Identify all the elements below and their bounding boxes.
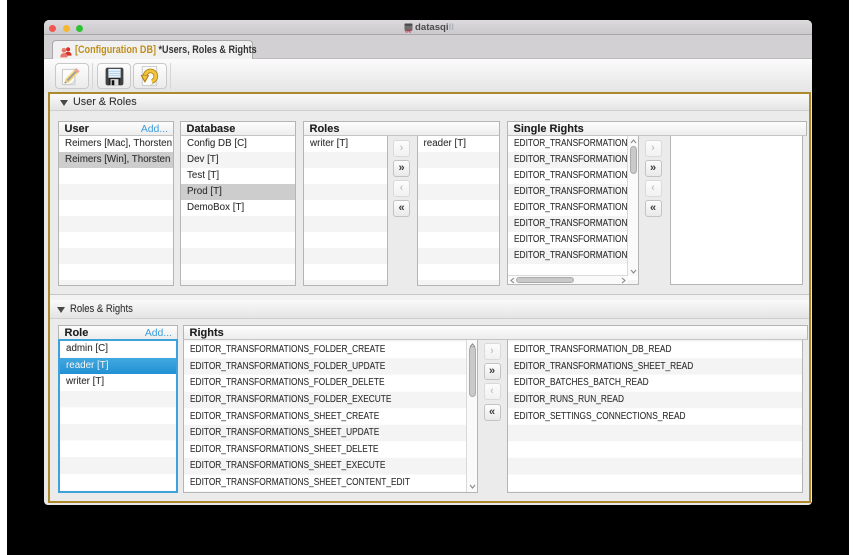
svg-text:oc: oc [405, 29, 412, 34]
